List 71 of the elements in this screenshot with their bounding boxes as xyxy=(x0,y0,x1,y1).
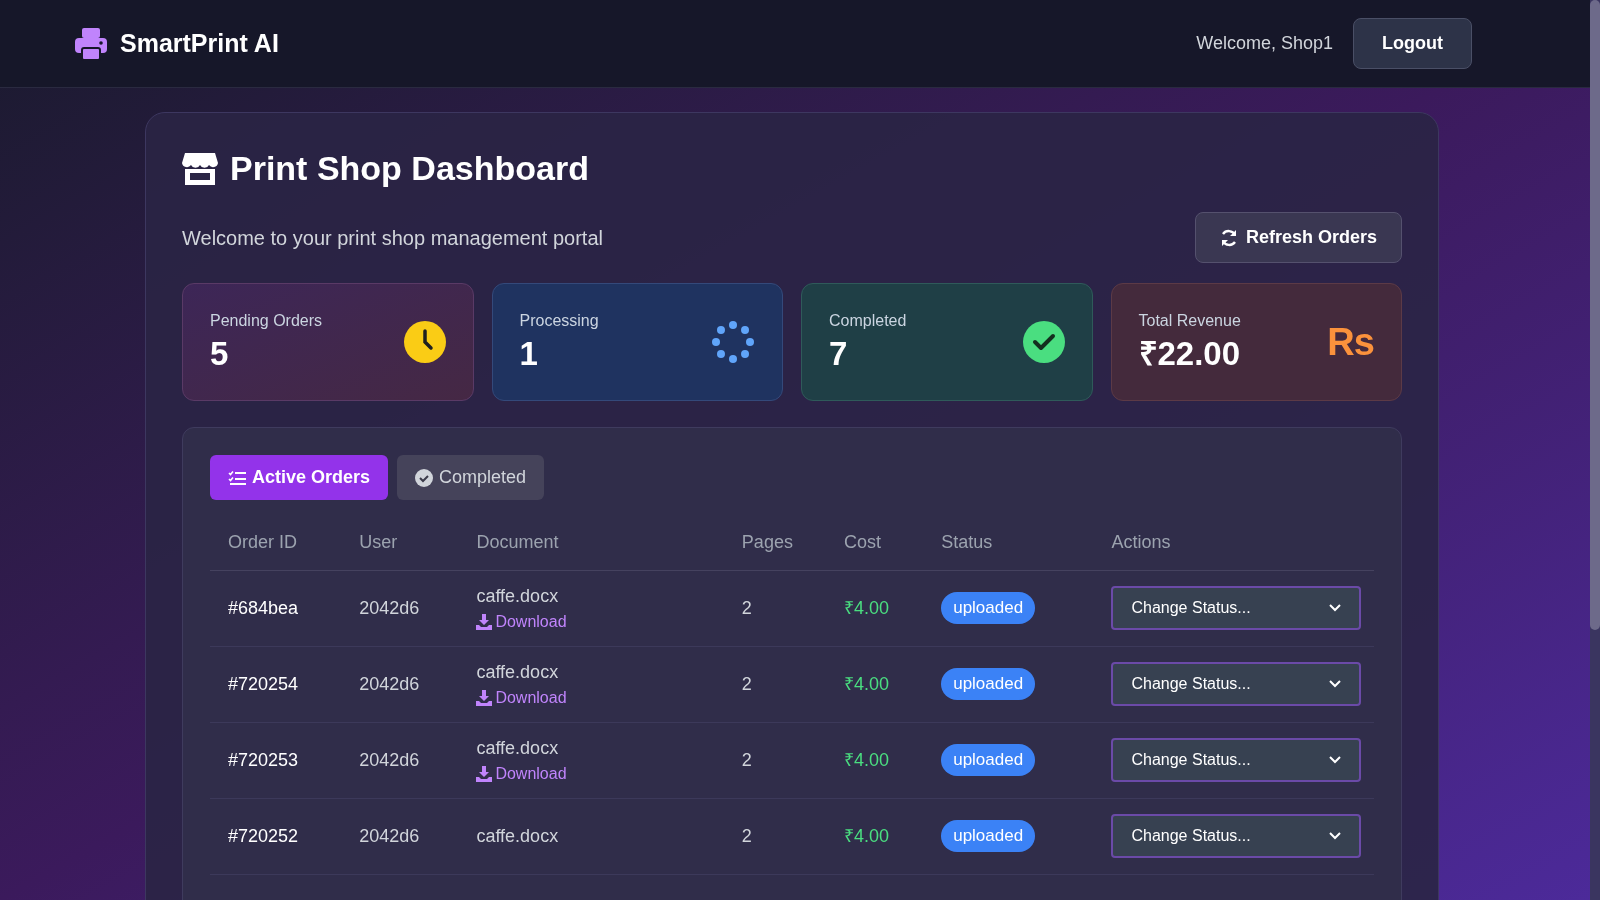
column-header: Cost xyxy=(844,532,882,553)
download-link[interactable]: Download xyxy=(476,761,567,786)
check-circle-icon xyxy=(1022,321,1065,363)
spinner-icon xyxy=(711,320,755,364)
brand-name: SmartPrint AI xyxy=(120,27,279,59)
list-icon xyxy=(228,469,246,486)
order-id: #684bea xyxy=(228,597,299,618)
tab[interactable]: Completed xyxy=(397,455,545,500)
chevron-down-icon xyxy=(1329,832,1342,840)
tab[interactable]: Active Orders xyxy=(210,455,389,500)
column-header: Pages xyxy=(741,532,793,553)
status-badge: uploaded xyxy=(941,744,1036,776)
document-name: caffe.docx xyxy=(476,660,559,684)
page-count: 2 xyxy=(741,749,752,770)
download-icon xyxy=(476,689,493,706)
cost: ₹4.00 xyxy=(844,825,890,846)
stat-label: Pending Orders xyxy=(210,311,323,332)
status-dropdown[interactable]: Change Status... xyxy=(1111,738,1362,782)
column-header: Actions xyxy=(1111,532,1171,553)
chevron-down-icon xyxy=(1329,756,1342,764)
order-id: #720252 xyxy=(228,825,299,846)
refresh-icon xyxy=(1219,228,1238,247)
document-name: caffe.docx xyxy=(476,584,559,608)
column-header: Order ID xyxy=(228,532,297,553)
user-id: 2042d6 xyxy=(359,749,420,770)
status-dropdown[interactable]: Change Status... xyxy=(1111,814,1362,858)
status-badge: uploaded xyxy=(941,820,1036,852)
welcome-text: Welcome, Shop1 xyxy=(1196,32,1333,55)
logout-button[interactable]: Logout xyxy=(1353,18,1472,69)
stat-value: 1 xyxy=(519,334,539,375)
column-header: User xyxy=(359,532,398,553)
stat-value: 7 xyxy=(829,334,849,375)
document-name: caffe.docx xyxy=(476,736,559,760)
dashboard-title: Print Shop Dashboard xyxy=(230,148,589,189)
order-id: #720254 xyxy=(228,673,299,694)
download-link[interactable]: Download xyxy=(476,685,567,710)
cost: ₹4.00 xyxy=(844,597,890,618)
stat-label: Total Revenue xyxy=(1138,311,1241,332)
status-badge: uploaded xyxy=(941,592,1036,624)
status-dropdown[interactable]: Change Status... xyxy=(1111,586,1362,630)
stat-value: 5 xyxy=(210,334,230,375)
cost: ₹4.00 xyxy=(844,749,890,770)
cost: ₹4.00 xyxy=(844,673,890,694)
printer-icon xyxy=(74,26,108,61)
download-icon xyxy=(476,765,493,782)
store-icon xyxy=(182,151,218,186)
user-id: 2042d6 xyxy=(359,825,420,846)
stat-value: ₹22.00 xyxy=(1138,334,1241,375)
page-count: 2 xyxy=(741,597,752,618)
refresh-orders-button[interactable]: Refresh Orders xyxy=(1194,212,1402,263)
user-id: 2042d6 xyxy=(359,597,420,618)
check-circle-icon xyxy=(415,468,434,487)
column-header: Document xyxy=(476,532,559,553)
stat-label: Completed xyxy=(829,311,907,332)
status-dropdown[interactable]: Change Status... xyxy=(1111,662,1362,706)
chevron-down-icon xyxy=(1329,604,1342,612)
chevron-down-icon xyxy=(1329,680,1342,688)
stat-label: Processing xyxy=(519,311,599,332)
order-id: #720253 xyxy=(228,749,299,770)
download-icon xyxy=(476,613,493,630)
column-header: Status xyxy=(941,532,993,553)
page-count: 2 xyxy=(741,673,752,694)
scrollbar[interactable] xyxy=(1590,0,1600,900)
document-name: caffe.docx xyxy=(476,824,559,848)
page-count: 2 xyxy=(741,825,752,846)
status-badge: uploaded xyxy=(941,668,1036,700)
user-id: 2042d6 xyxy=(359,673,420,694)
rupee-icon: Rs xyxy=(1327,323,1374,361)
dashboard-subtitle: Welcome to your print shop management portal xyxy=(182,225,603,251)
clock-icon xyxy=(403,321,446,363)
download-link[interactable]: Download xyxy=(476,609,567,634)
